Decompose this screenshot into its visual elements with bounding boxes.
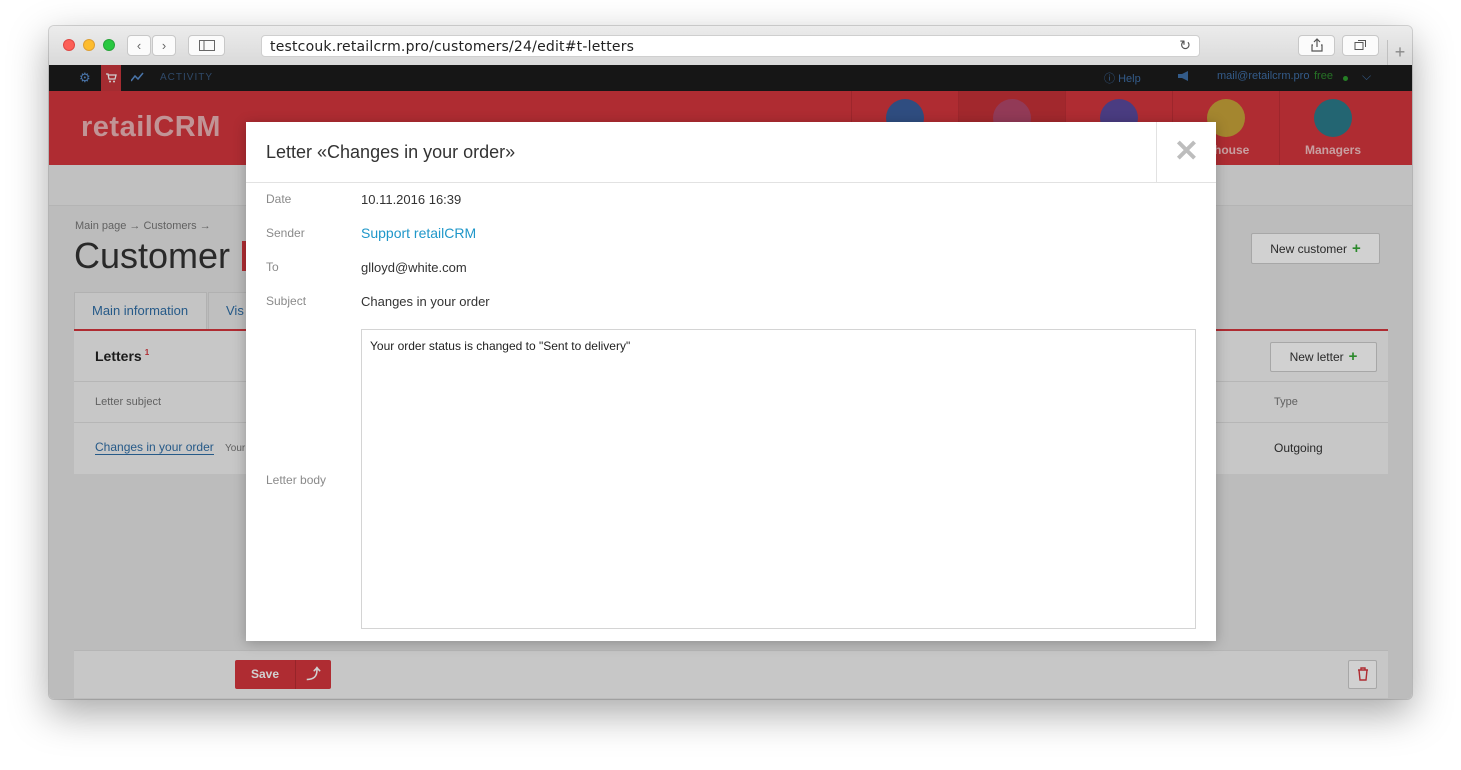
browser-toolbar: ‹ › testcouk.retailcrm.pro/customers/24/…	[49, 26, 1412, 66]
reload-icon[interactable]: ↻	[1179, 37, 1191, 54]
modal-header: Letter «Changes in your order» ✕	[246, 122, 1216, 183]
to-value: glloyd@white.com	[361, 260, 467, 275]
tabs-overview-icon[interactable]	[1342, 35, 1379, 56]
sender-label: Sender	[266, 226, 305, 240]
letter-body-frame[interactable]: Your order status is changed to "Sent to…	[361, 329, 1196, 629]
sidebar-toggle-icon[interactable]	[188, 35, 225, 56]
letter-body-label: Letter body	[266, 473, 327, 487]
to-label: To	[266, 260, 279, 274]
back-button[interactable]: ‹	[127, 35, 151, 56]
close-icon[interactable]: ✕	[1156, 122, 1216, 182]
share-icon[interactable]	[1298, 35, 1335, 56]
sender-link[interactable]: Support retailCRM	[361, 225, 476, 241]
new-tab-button[interactable]: +	[1387, 40, 1412, 65]
browser-window: ‹ › testcouk.retailcrm.pro/customers/24/…	[49, 26, 1412, 699]
forward-button[interactable]: ›	[152, 35, 176, 56]
modal-title: Letter «Changes in your order»	[266, 142, 516, 162]
address-bar[interactable]: testcouk.retailcrm.pro/customers/24/edit…	[261, 35, 1200, 57]
close-window-button[interactable]	[63, 39, 75, 51]
address-url: testcouk.retailcrm.pro/customers/24/edit…	[270, 39, 635, 55]
date-label: Date	[266, 192, 292, 206]
letter-modal: Letter «Changes in your order» ✕ Date 10…	[246, 122, 1216, 641]
zoom-window-button[interactable]	[103, 39, 115, 51]
subject-label: Subject	[266, 294, 307, 308]
subject-value: Changes in your order	[361, 294, 490, 309]
date-value: 10.11.2016 16:39	[361, 192, 462, 207]
letter-body-text: Your order status is changed to "Sent to…	[370, 339, 631, 353]
minimize-window-button[interactable]	[83, 39, 95, 51]
